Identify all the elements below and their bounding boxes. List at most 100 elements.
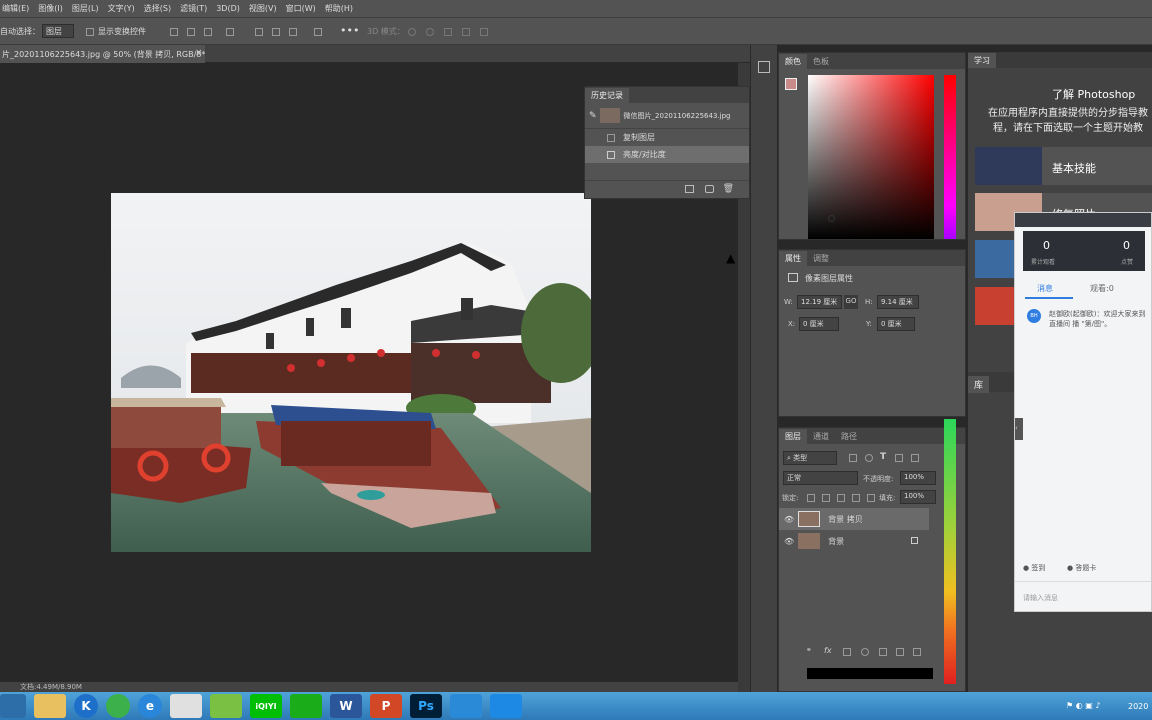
color-picker-marker[interactable] bbox=[828, 215, 835, 222]
align-center-icon[interactable] bbox=[187, 28, 195, 36]
tray-icons[interactable]: ⚑ ◐ ▣ ♪ bbox=[1066, 701, 1100, 710]
ie-browser-icon[interactable]: e bbox=[138, 694, 162, 718]
tab-adjustments[interactable]: 调整 bbox=[807, 251, 835, 266]
align-right-icon[interactable] bbox=[204, 28, 212, 36]
x-field[interactable]: 0 厘米 bbox=[799, 317, 839, 331]
layer-row[interactable]: 👁 背景 拷贝 bbox=[779, 508, 929, 530]
filter-adjust-icon[interactable] bbox=[865, 454, 873, 462]
filter-shape-icon[interactable] bbox=[895, 454, 903, 462]
live-app-icon[interactable] bbox=[290, 694, 322, 718]
width-field[interactable]: 12.19 厘米 bbox=[797, 295, 842, 309]
camera-icon[interactable] bbox=[705, 185, 714, 193]
lock-artboard-icon[interactable] bbox=[852, 494, 860, 502]
document-image[interactable] bbox=[111, 193, 591, 552]
menu-window[interactable]: 窗口(W) bbox=[286, 3, 316, 14]
y-field[interactable]: 0 厘米 bbox=[877, 317, 915, 331]
iqiyi-icon[interactable]: iQIYI bbox=[250, 694, 282, 718]
fill-field[interactable]: 100% bbox=[900, 490, 936, 504]
trash-icon[interactable]: 🗑 bbox=[723, 184, 734, 194]
layer-filter-dropdown[interactable]: ⌕ 类型 bbox=[783, 451, 837, 465]
menu-select[interactable]: 选择(S) bbox=[144, 3, 171, 14]
menu-filter[interactable]: 滤镜(T) bbox=[180, 3, 207, 14]
lock-move-icon[interactable] bbox=[837, 494, 845, 502]
link-layers-icon[interactable]: ⚭ bbox=[806, 646, 812, 654]
tab-history[interactable]: 历史记录 bbox=[585, 88, 629, 103]
menu-type[interactable]: 文字(Y) bbox=[108, 3, 135, 14]
explorer-icon[interactable] bbox=[34, 694, 66, 718]
add-mask-icon[interactable] bbox=[843, 648, 851, 656]
close-tab-icon[interactable]: × bbox=[195, 48, 203, 58]
photoshop-icon[interactable]: Ps bbox=[410, 694, 442, 718]
clock[interactable]: 2020 bbox=[1128, 702, 1148, 711]
tab-learn[interactable]: 学习 bbox=[968, 53, 996, 68]
eye-icon[interactable]: 👁 bbox=[784, 537, 794, 546]
360-browser-icon[interactable] bbox=[106, 694, 130, 718]
lock-pixels-icon[interactable] bbox=[807, 494, 815, 502]
new-layer-icon[interactable] bbox=[896, 648, 904, 656]
more-options-icon[interactable]: ••• bbox=[340, 24, 359, 37]
screen-recorder-icon[interactable] bbox=[490, 694, 522, 718]
menu-edit[interactable]: 编辑(E) bbox=[2, 3, 29, 14]
new-document-icon[interactable] bbox=[685, 185, 694, 193]
tab-viewers[interactable]: 观看:0 bbox=[1090, 283, 1114, 294]
auto-select-dropdown[interactable]: 图层 bbox=[42, 24, 74, 38]
hue-slider[interactable] bbox=[944, 75, 956, 239]
distribute-vertical-icon[interactable] bbox=[314, 28, 322, 36]
answer-card-button[interactable]: ● 答题卡 bbox=[1067, 563, 1096, 573]
tab-library[interactable]: 库 bbox=[968, 376, 990, 393]
menu-view[interactable]: 视图(V) bbox=[249, 3, 277, 14]
powerpoint-icon[interactable]: P bbox=[370, 694, 402, 718]
3d-cube-icon[interactable] bbox=[758, 61, 770, 73]
history-snapshot[interactable]: ✎ 微信图片_20201106225643.jpg bbox=[585, 103, 749, 129]
menu-layer[interactable]: 图层(L) bbox=[72, 3, 99, 14]
learn-card-basics[interactable]: 基本技能 bbox=[975, 147, 1152, 185]
menu-image[interactable]: 图像(I) bbox=[38, 3, 63, 14]
chat-titlebar[interactable] bbox=[1015, 213, 1151, 227]
3d-rotate-icon[interactable] bbox=[408, 28, 416, 36]
3d-pan-icon[interactable] bbox=[444, 28, 452, 36]
filter-pixel-icon[interactable] bbox=[849, 454, 857, 462]
checkin-button[interactable]: ● 签到 bbox=[1023, 563, 1045, 573]
history-item[interactable]: 复制图层 bbox=[585, 129, 749, 146]
color-field[interactable] bbox=[808, 75, 934, 239]
adjustment-layer-icon[interactable] bbox=[861, 648, 869, 656]
color-spectrum-bar[interactable] bbox=[944, 419, 956, 684]
layer-row[interactable]: 👁 背景 bbox=[779, 530, 929, 552]
document-tab[interactable]: 片_20201106225643.jpg @ 50% (背景 拷贝, RGB/8… bbox=[0, 45, 205, 63]
align-left-icon[interactable] bbox=[170, 28, 178, 36]
media-player-icon[interactable] bbox=[210, 694, 242, 718]
delete-layer-icon[interactable] bbox=[913, 648, 921, 656]
foreground-color-swatch[interactable] bbox=[785, 78, 797, 90]
3d-slide-icon[interactable] bbox=[462, 28, 470, 36]
tab-properties[interactable]: 属性 bbox=[779, 251, 807, 266]
tab-color[interactable]: 颜色 bbox=[779, 54, 807, 69]
filter-type-icon[interactable]: T bbox=[880, 452, 886, 462]
3d-scale-icon[interactable] bbox=[480, 28, 488, 36]
lock-brush-icon[interactable] bbox=[822, 494, 830, 502]
height-field[interactable]: 9.14 厘米 bbox=[877, 295, 919, 309]
fx-icon[interactable]: fx bbox=[824, 646, 832, 655]
feishu-icon[interactable] bbox=[450, 694, 482, 718]
align-bottom-icon[interactable] bbox=[289, 28, 297, 36]
menu-3d[interactable]: 3D(D) bbox=[216, 4, 240, 13]
blend-mode-dropdown[interactable]: 正常 bbox=[783, 471, 858, 485]
menu-help[interactable]: 帮助(H) bbox=[325, 3, 353, 14]
start-button[interactable] bbox=[0, 694, 26, 718]
opacity-field[interactable]: 100% bbox=[900, 471, 936, 485]
history-item[interactable]: 亮度/对比度 bbox=[585, 146, 749, 163]
filter-smart-icon[interactable] bbox=[911, 454, 919, 462]
align-top-icon[interactable] bbox=[255, 28, 263, 36]
tab-messages[interactable]: 消息 bbox=[1037, 283, 1053, 294]
word-icon[interactable]: W bbox=[330, 694, 362, 718]
tab-channels[interactable]: 通道 bbox=[807, 429, 835, 444]
tab-layers[interactable]: 图层 bbox=[779, 429, 807, 444]
baidu-netdisk-icon[interactable] bbox=[170, 694, 202, 718]
chat-collapse-icon[interactable]: ‹ bbox=[1015, 418, 1023, 440]
tab-paths[interactable]: 路径 bbox=[835, 429, 863, 444]
3d-roll-icon[interactable] bbox=[426, 28, 434, 36]
lock-all-icon[interactable] bbox=[867, 494, 875, 502]
group-folder-icon[interactable] bbox=[879, 648, 887, 656]
eye-icon[interactable]: 👁 bbox=[784, 515, 794, 524]
message-input[interactable]: 请输入消息 bbox=[1023, 593, 1058, 603]
kugou-icon[interactable]: K bbox=[74, 694, 98, 718]
